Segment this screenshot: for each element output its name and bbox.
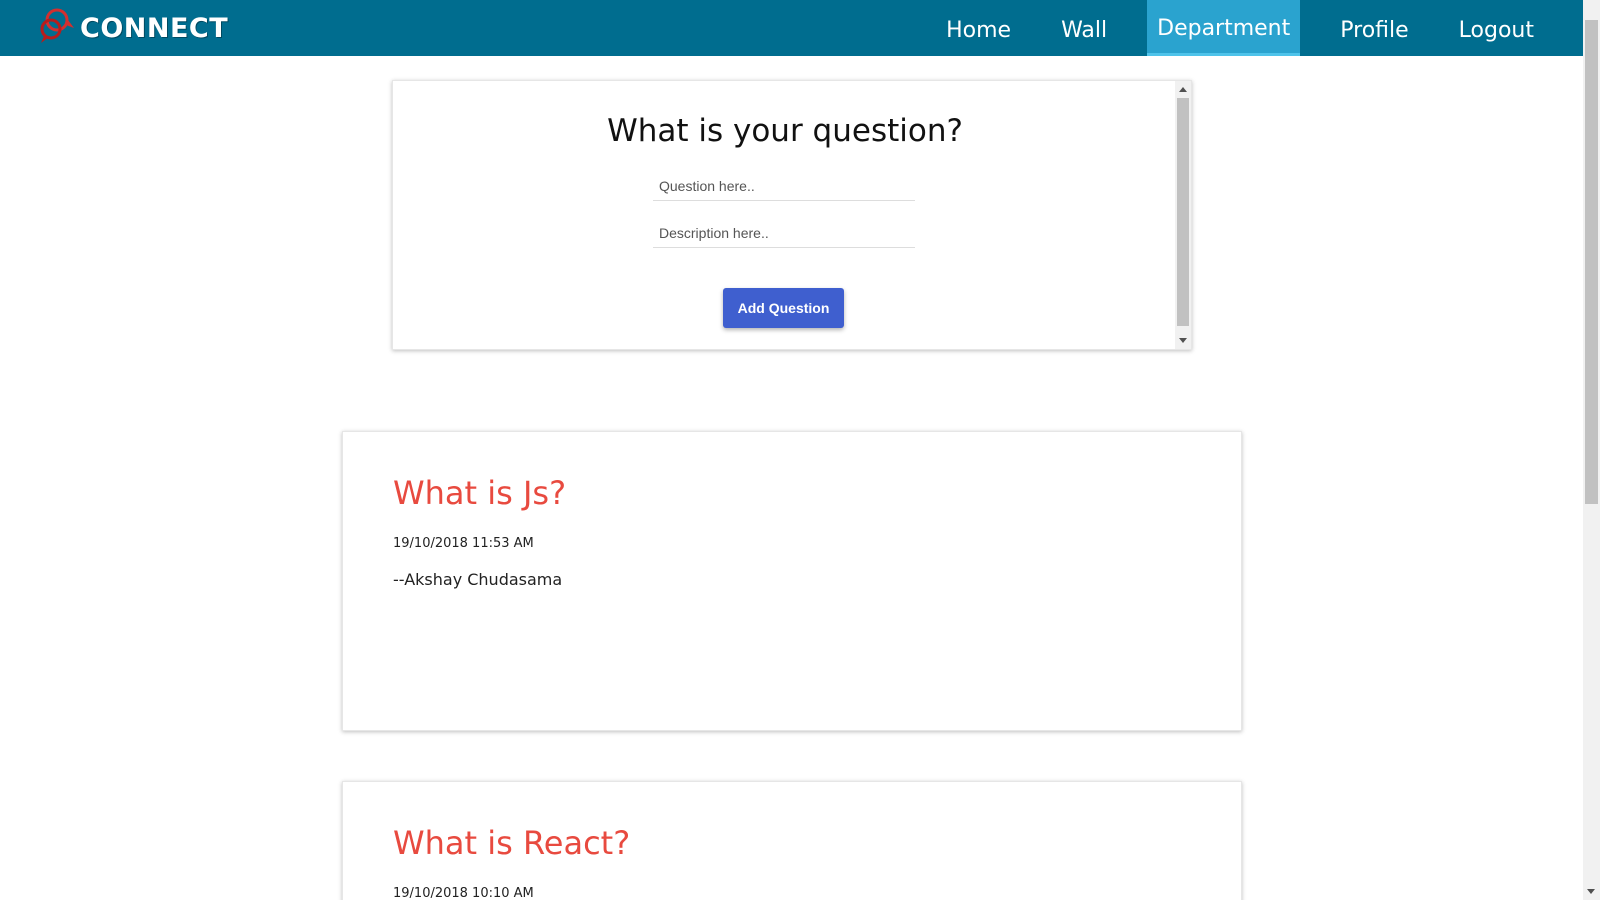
question-form-card: What is your question? Add Question [392,80,1192,350]
navbar: CONNECT Home Wall Department Profile Log… [0,0,1583,56]
nav-menu: Home Wall Department Profile Logout [921,0,1559,56]
chat-bubbles-icon [40,8,74,43]
form-scrollbar-thumb[interactable] [1177,98,1189,326]
scroll-down-arrow-icon[interactable] [1587,889,1595,894]
nav-item-department[interactable]: Department [1147,0,1301,56]
scroll-down-arrow-icon[interactable] [1179,338,1187,343]
logo-text: CONNECT [80,12,229,44]
description-input[interactable] [653,218,915,248]
post-title[interactable]: What is React? [393,824,630,862]
page-scrollbar-thumb[interactable] [1585,20,1598,504]
post-date: 19/10/2018 10:10 AM [393,886,534,900]
post-author: --Akshay Chudasama [393,570,563,589]
logo[interactable]: CONNECT [38,6,228,46]
scroll-up-arrow-icon[interactable] [1179,87,1187,92]
form-title: What is your question? [607,113,963,149]
form-scrollbar[interactable] [1175,81,1191,349]
nav-item-profile[interactable]: Profile [1315,0,1433,56]
post-card[interactable]: What is React? 19/10/2018 10:10 AM [342,781,1242,900]
nav-item-home[interactable]: Home [921,0,1036,56]
post-title[interactable]: What is Js? [393,474,566,512]
add-question-button[interactable]: Add Question [723,288,844,328]
post-date: 19/10/2018 11:53 AM [393,536,534,551]
nav-item-wall[interactable]: Wall [1036,0,1132,56]
post-card[interactable]: What is Js? 19/10/2018 11:53 AM --Akshay… [342,431,1242,731]
nav-item-logout[interactable]: Logout [1434,0,1559,56]
page-scrollbar[interactable] [1583,0,1600,900]
question-input[interactable] [653,171,915,201]
